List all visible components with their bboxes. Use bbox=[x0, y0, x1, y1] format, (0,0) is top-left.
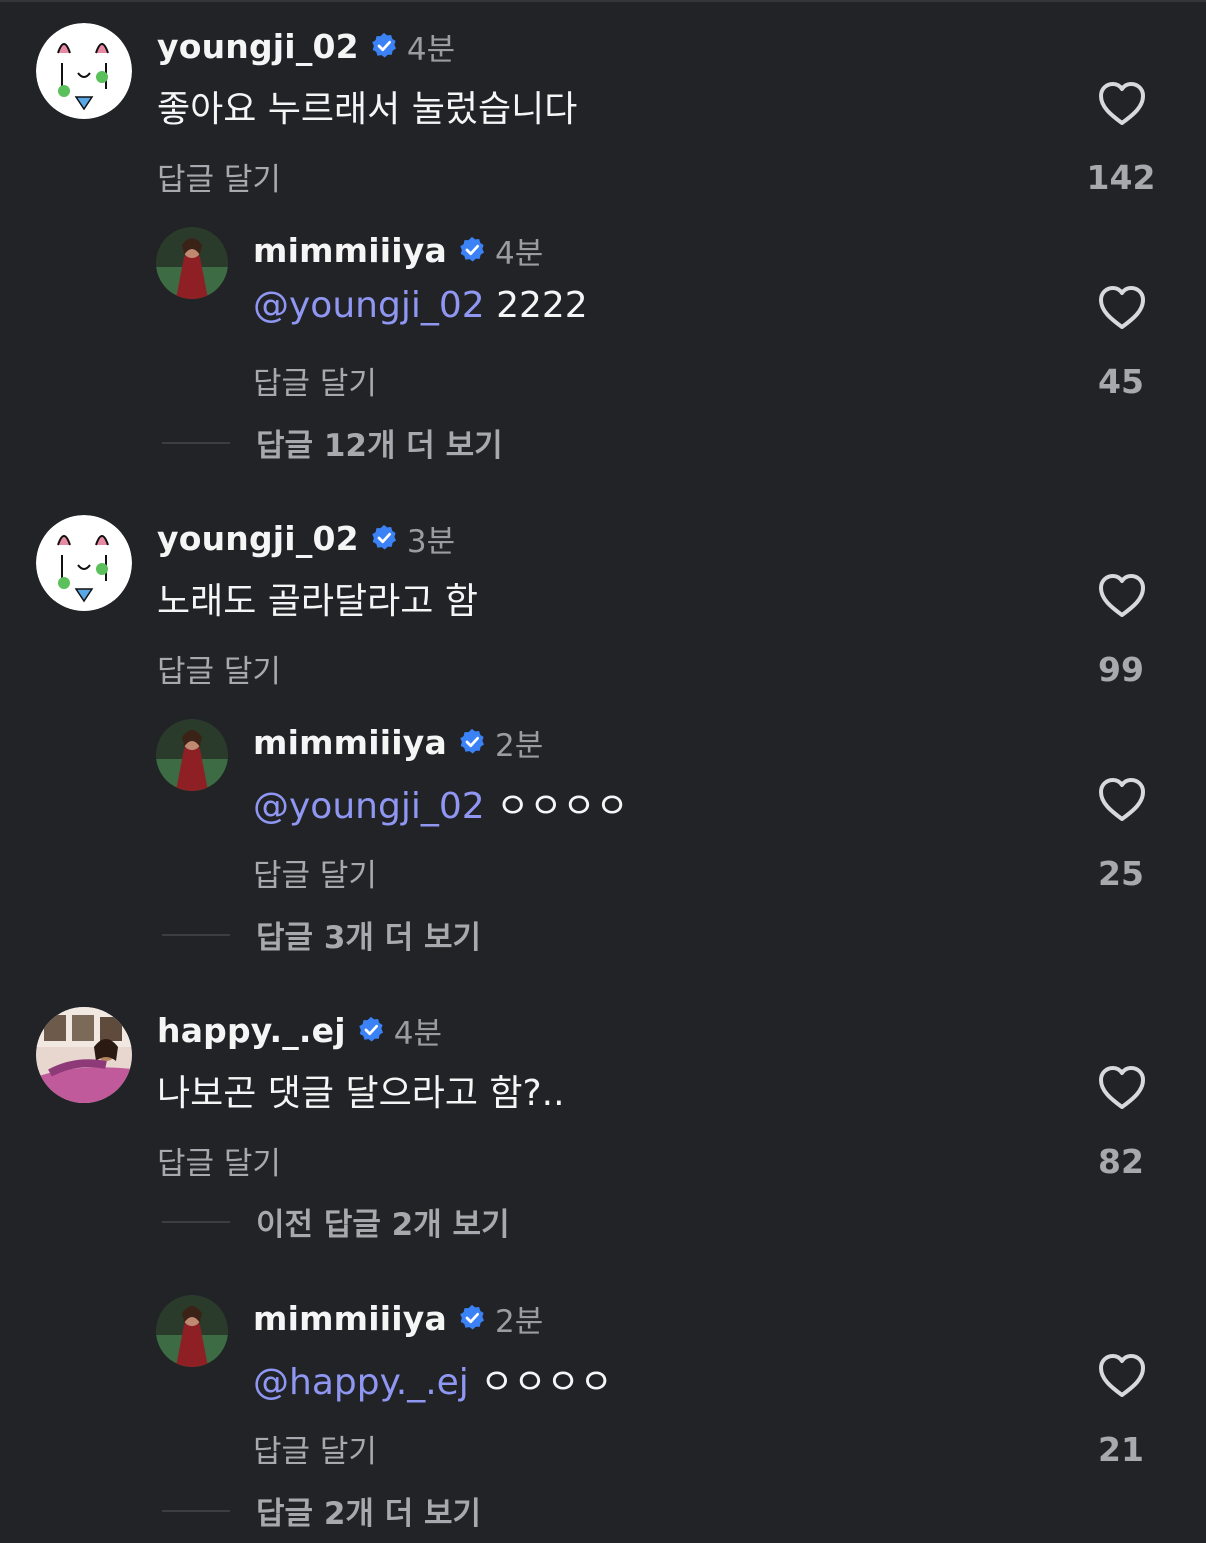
avatar-happy-ej[interactable] bbox=[36, 1007, 132, 1103]
view-more-label[interactable]: 답글 2개 더 보기 bbox=[256, 1488, 481, 1533]
like-count: 142 bbox=[1086, 158, 1156, 197]
reply-username[interactable]: mimmiiiya bbox=[253, 231, 447, 270]
reply-button[interactable]: 답글 달기 bbox=[157, 646, 281, 691]
reply-text: @happy._.ej ㅇㅇㅇㅇ bbox=[253, 1353, 613, 1405]
avatar-mimmiiiya[interactable] bbox=[156, 719, 228, 791]
comment-time: 3분 bbox=[406, 523, 456, 560]
mention-link[interactable]: @happy._.ej bbox=[253, 1362, 469, 1403]
view-more-label[interactable]: 답글 12개 더 보기 bbox=[256, 420, 503, 465]
comment-text: 노래도 골라달라고 함 bbox=[157, 581, 478, 622]
verified-badge-icon bbox=[457, 235, 487, 265]
reply-button[interactable]: 답글 달기 bbox=[253, 1426, 377, 1471]
heart-outline-icon[interactable] bbox=[1097, 1065, 1147, 1111]
reply-time: 2분 bbox=[494, 727, 544, 764]
mention-link[interactable]: @youngji_02 bbox=[253, 786, 485, 827]
verified-badge-icon bbox=[356, 1015, 386, 1045]
avatar-youngji[interactable] bbox=[36, 515, 132, 611]
view-more-label[interactable]: 답글 3개 더 보기 bbox=[256, 912, 481, 957]
reply-username[interactable]: mimmiiiya bbox=[253, 723, 447, 762]
like-count: 45 bbox=[1098, 362, 1144, 401]
reply-button[interactable]: 답글 달기 bbox=[157, 154, 281, 199]
like-count: 99 bbox=[1098, 650, 1144, 689]
thread-line bbox=[162, 441, 230, 444]
heart-outline-icon[interactable] bbox=[1097, 81, 1147, 127]
reply-button[interactable]: 답글 달기 bbox=[253, 358, 377, 403]
verified-badge-icon bbox=[457, 1303, 487, 1333]
like-count: 82 bbox=[1098, 1142, 1144, 1181]
avatar-mimmiiiya[interactable] bbox=[156, 1295, 228, 1367]
avatar-mimmiiiya[interactable] bbox=[156, 227, 228, 299]
view-previous-label[interactable]: 이전 답글 2개 보기 bbox=[256, 1199, 510, 1244]
comment-time: 4분 bbox=[406, 31, 456, 68]
comment-text: 나보곤 댓글 달으라고 함?.. bbox=[157, 1073, 565, 1114]
view-more-replies[interactable]: 답글 12개 더 보기 bbox=[162, 420, 503, 465]
reply-button[interactable]: 답글 달기 bbox=[253, 850, 377, 895]
thread-line bbox=[162, 933, 230, 936]
reply-button[interactable]: 답글 달기 bbox=[157, 1138, 281, 1183]
comment-time: 4분 bbox=[393, 1015, 443, 1052]
view-more-replies[interactable]: 답글 2개 더 보기 bbox=[162, 1488, 481, 1533]
reply-body: ㅇㅇㅇㅇ bbox=[496, 786, 629, 827]
top-divider bbox=[0, 0, 1206, 2]
reply-time: 4분 bbox=[494, 235, 544, 272]
mention-link[interactable]: @youngji_02 bbox=[253, 285, 485, 326]
like-count: 21 bbox=[1098, 1430, 1144, 1469]
verified-badge-icon bbox=[369, 523, 399, 553]
reply-body: 2222 bbox=[496, 285, 588, 326]
view-previous-replies[interactable]: 이전 답글 2개 보기 bbox=[162, 1199, 510, 1244]
thread-line bbox=[162, 1509, 230, 1512]
verified-badge-icon bbox=[369, 31, 399, 61]
comment-username[interactable]: youngji_02 bbox=[157, 519, 359, 558]
reply-username[interactable]: mimmiiiya bbox=[253, 1299, 447, 1338]
reply-text: @youngji_02 ㅇㅇㅇㅇ bbox=[253, 777, 629, 829]
heart-outline-icon[interactable] bbox=[1097, 573, 1147, 619]
reply-body: ㅇㅇㅇㅇ bbox=[480, 1362, 613, 1403]
heart-outline-icon[interactable] bbox=[1097, 1353, 1147, 1399]
heart-outline-icon[interactable] bbox=[1097, 777, 1147, 823]
comment-text: 좋아요 누르래서 눌렀습니다 bbox=[157, 89, 578, 130]
like-count: 25 bbox=[1098, 854, 1144, 893]
view-more-replies[interactable]: 답글 3개 더 보기 bbox=[162, 912, 481, 957]
comment-username[interactable]: youngji_02 bbox=[157, 27, 359, 66]
reply-text: @youngji_02 2222 bbox=[253, 285, 588, 326]
reply-time: 2분 bbox=[494, 1303, 544, 1340]
heart-outline-icon[interactable] bbox=[1097, 285, 1147, 331]
avatar-youngji[interactable] bbox=[36, 23, 132, 119]
verified-badge-icon bbox=[457, 727, 487, 757]
comment-username[interactable]: happy._.ej bbox=[157, 1011, 346, 1050]
thread-line bbox=[162, 1220, 230, 1223]
